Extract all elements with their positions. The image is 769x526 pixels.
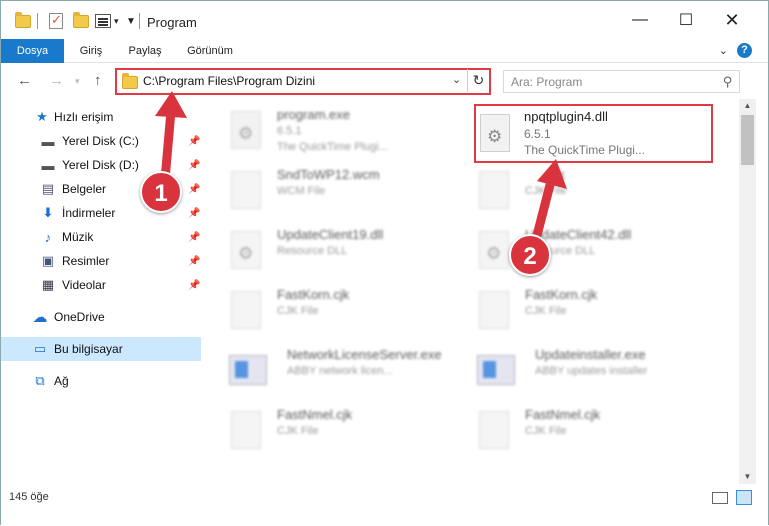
explorer-window: ▾ ▼ Program — ☐ ✕ Dosya Giriş Paylaş Gör… — [0, 0, 769, 525]
arrow-1-head — [155, 91, 187, 118]
annotation-badge-2: 2 — [509, 234, 551, 276]
annotation-overlay — [155, 91, 567, 256]
arrow-2-head — [537, 159, 567, 189]
annotation-badge-1: 1 — [140, 171, 182, 213]
